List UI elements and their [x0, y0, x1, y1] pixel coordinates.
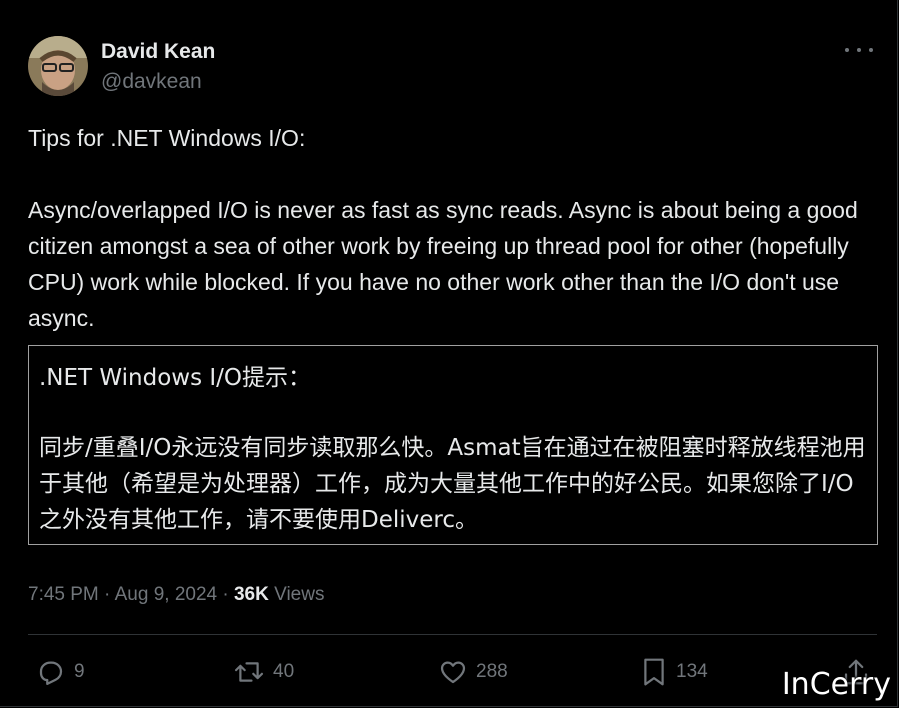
repost-button[interactable]: 40 — [233, 652, 294, 692]
views-label: Views — [268, 584, 325, 605]
author-handle[interactable]: @davkean — [101, 70, 202, 94]
bookmark-icon — [640, 656, 668, 688]
more-icon[interactable] — [845, 38, 873, 62]
avatar[interactable] — [28, 36, 88, 96]
tweet-date[interactable]: Aug 9, 2024 — [115, 584, 217, 605]
divider — [28, 634, 877, 635]
author-name[interactable]: David Kean — [101, 40, 215, 64]
tweet-card: David Kean @davkean Tips for .NET Window… — [0, 0, 898, 707]
reply-icon — [36, 657, 66, 687]
bookmark-button[interactable]: 134 — [640, 652, 708, 692]
watermark: InCerry — [781, 667, 891, 702]
reply-count: 9 — [74, 661, 85, 682]
translation-box: .NET Windows I/O提示： 同步/重叠I/O永远没有同步读取那么快。… — [28, 345, 878, 545]
bookmark-count: 134 — [676, 661, 708, 682]
tweet-text: Tips for .NET Windows I/O: Async/overlap… — [28, 120, 878, 336]
translation-paragraph: .NET Windows I/O提示： — [39, 365, 312, 391]
translation-paragraph: 同步/重叠I/O永远没有同步读取那么快。Asmat旨在通过在被阻塞时释放线程池用… — [39, 435, 866, 533]
like-count: 288 — [476, 661, 508, 682]
reply-button[interactable]: 9 — [36, 652, 85, 692]
like-button[interactable]: 288 — [438, 652, 508, 692]
tweet-paragraph: Async/overlapped I/O is never as fast as… — [28, 197, 858, 331]
tweet-paragraph: Tips for .NET Windows I/O: — [28, 125, 306, 151]
like-icon — [438, 657, 468, 687]
repost-count: 40 — [273, 661, 295, 682]
tweet-time[interactable]: 7:45 PM — [28, 584, 99, 605]
views-count: 36K — [233, 584, 269, 605]
action-bar: 9 40 288 134 — [28, 652, 878, 692]
tweet-header: David Kean @davkean — [28, 34, 877, 98]
tweet-meta: 7:45 PM · Aug 9, 2024 · 36K Views — [28, 584, 325, 605]
repost-icon — [233, 657, 265, 687]
